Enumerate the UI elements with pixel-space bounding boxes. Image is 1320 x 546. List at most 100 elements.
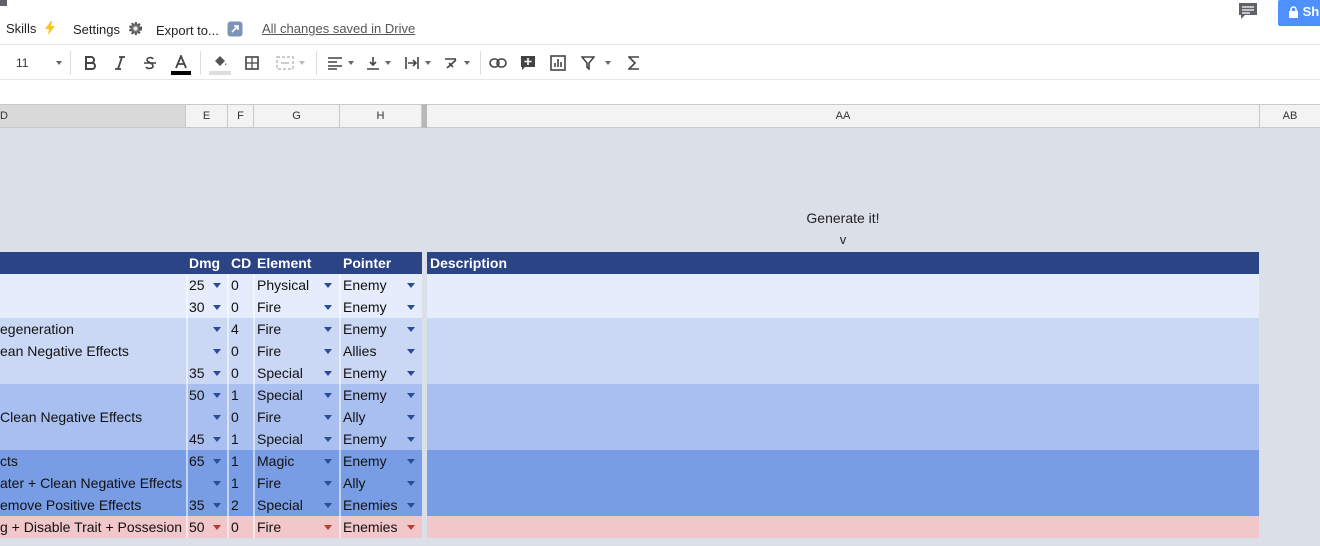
dropdown-arrow-icon[interactable]: [213, 327, 221, 332]
column-ab-cell[interactable]: [1259, 340, 1320, 362]
cd-cell[interactable]: 0: [231, 274, 251, 296]
dmg-cell[interactable]: [189, 318, 213, 340]
dropdown-arrow-icon[interactable]: [324, 349, 332, 354]
functions-button[interactable]: [624, 52, 644, 74]
cd-cell[interactable]: 1: [231, 384, 251, 406]
description-cell[interactable]: [430, 340, 1256, 362]
element-cell[interactable]: Special: [257, 428, 323, 450]
column-ab-cell[interactable]: [1259, 428, 1320, 450]
dmg-cell[interactable]: 65: [189, 450, 213, 472]
pointer-cell[interactable]: Allies: [343, 340, 405, 362]
dmg-cell[interactable]: 50: [189, 384, 213, 406]
column-ab-cell[interactable]: [1259, 362, 1320, 384]
pointer-cell[interactable]: Enemy: [343, 428, 405, 450]
cd-cell[interactable]: 0: [231, 340, 251, 362]
pointer-cell[interactable]: Enemy: [343, 274, 405, 296]
skill-name-cell[interactable]: ater + Clean Negative Effects: [0, 472, 186, 494]
column-ab-cell[interactable]: [1259, 406, 1320, 428]
dropdown-arrow-icon[interactable]: [407, 503, 415, 508]
cd-cell[interactable]: 0: [231, 362, 251, 384]
skill-name-cell[interactable]: ean Negative Effects: [0, 340, 186, 362]
dropdown-arrow-icon[interactable]: [407, 371, 415, 376]
skill-name-cell[interactable]: cts: [0, 450, 186, 472]
element-cell[interactable]: Fire: [257, 318, 323, 340]
dropdown-arrow-icon[interactable]: [407, 393, 415, 398]
dropdown-arrow-icon[interactable]: [407, 525, 415, 530]
text-wrap-button[interactable]: [400, 52, 434, 74]
description-cell[interactable]: [430, 384, 1256, 406]
borders-button[interactable]: [242, 52, 262, 74]
text-color-button[interactable]: [170, 52, 192, 78]
dropdown-arrow-icon[interactable]: [213, 305, 221, 310]
description-cell[interactable]: [430, 450, 1256, 472]
element-cell[interactable]: Fire: [257, 472, 323, 494]
cd-cell[interactable]: 4: [231, 318, 251, 340]
menu-skills[interactable]: Skills: [6, 21, 56, 38]
header-dmg[interactable]: Dmg: [189, 252, 227, 274]
dropdown-arrow-icon[interactable]: [407, 415, 415, 420]
dmg-cell[interactable]: [189, 340, 213, 362]
description-cell[interactable]: [430, 318, 1256, 340]
column-header-g[interactable]: G: [254, 105, 340, 127]
dropdown-arrow-icon[interactable]: [324, 525, 332, 530]
skill-name-cell[interactable]: [0, 384, 186, 406]
dropdown-arrow-icon[interactable]: [407, 349, 415, 354]
column-ab-cell[interactable]: [1259, 318, 1320, 340]
dmg-cell[interactable]: 35: [189, 362, 213, 384]
column-ab-cell[interactable]: [1259, 516, 1320, 538]
skill-name-cell[interactable]: [0, 362, 186, 384]
skill-name-cell[interactable]: Clean Negative Effects: [0, 406, 186, 428]
bold-button[interactable]: [80, 52, 100, 74]
element-cell[interactable]: Special: [257, 362, 323, 384]
dropdown-arrow-icon[interactable]: [324, 393, 332, 398]
element-cell[interactable]: Physical: [257, 274, 323, 296]
skill-name-cell[interactable]: [0, 274, 186, 296]
dropdown-arrow-icon[interactable]: [407, 305, 415, 310]
header-cd[interactable]: CD: [231, 252, 253, 274]
element-cell[interactable]: Special: [257, 384, 323, 406]
dropdown-arrow-icon[interactable]: [407, 459, 415, 464]
column-header-d[interactable]: D: [0, 105, 186, 127]
formula-bar[interactable]: [0, 80, 1320, 104]
cd-cell[interactable]: 1: [231, 428, 251, 450]
description-cell[interactable]: [430, 406, 1256, 428]
header-description[interactable]: Description: [430, 252, 1256, 274]
save-status-link[interactable]: All changes saved in Drive: [262, 21, 415, 36]
column-header-f[interactable]: F: [228, 105, 254, 127]
skill-name-cell[interactable]: egeneration: [0, 318, 186, 340]
cd-cell[interactable]: 0: [231, 406, 251, 428]
pointer-cell[interactable]: Ally: [343, 472, 405, 494]
vertical-align-button[interactable]: [362, 52, 394, 74]
element-cell[interactable]: Fire: [257, 296, 323, 318]
dropdown-arrow-icon[interactable]: [324, 503, 332, 508]
dropdown-arrow-icon[interactable]: [324, 371, 332, 376]
frozen-column-divider[interactable]: [422, 104, 427, 128]
skill-name-cell[interactable]: [0, 296, 186, 318]
dropdown-arrow-icon[interactable]: [213, 283, 221, 288]
column-ab-cell[interactable]: [1259, 472, 1320, 494]
pointer-cell[interactable]: Enemy: [343, 362, 405, 384]
element-cell[interactable]: Magic: [257, 450, 323, 472]
dropdown-arrow-icon[interactable]: [213, 459, 221, 464]
dmg-cell[interactable]: 30: [189, 296, 213, 318]
column-ab-cell[interactable]: [1259, 384, 1320, 406]
dmg-cell[interactable]: 35: [189, 494, 213, 516]
description-cell[interactable]: [430, 472, 1256, 494]
dropdown-arrow-icon[interactable]: [213, 503, 221, 508]
dmg-cell[interactable]: 25: [189, 274, 213, 296]
cd-cell[interactable]: 2: [231, 494, 251, 516]
column-ab-cell[interactable]: [1259, 494, 1320, 516]
dropdown-arrow-icon[interactable]: [407, 327, 415, 332]
cd-cell[interactable]: 0: [231, 296, 251, 318]
insert-comment-button[interactable]: [518, 52, 538, 74]
text-rotation-button[interactable]: [440, 52, 472, 74]
element-cell[interactable]: Fire: [257, 406, 323, 428]
dropdown-arrow-icon[interactable]: [213, 481, 221, 486]
dropdown-arrow-icon[interactable]: [324, 283, 332, 288]
column-ab-cell[interactable]: [1259, 274, 1320, 296]
column-header-ab[interactable]: AB: [1260, 105, 1320, 127]
header-element[interactable]: Element: [257, 252, 339, 274]
skill-name-cell[interactable]: [0, 428, 186, 450]
cd-cell[interactable]: 1: [231, 450, 251, 472]
description-cell[interactable]: [430, 274, 1256, 296]
